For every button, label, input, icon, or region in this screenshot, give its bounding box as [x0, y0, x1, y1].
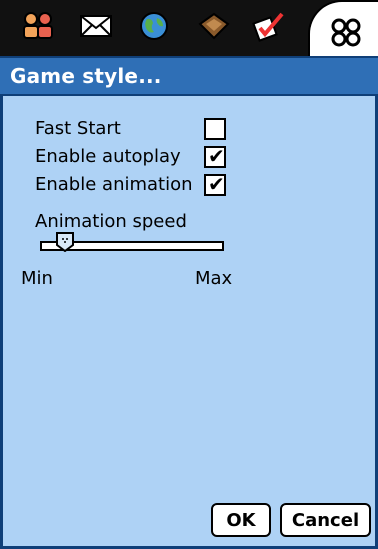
- ok-button[interactable]: OK: [211, 503, 271, 537]
- settings-panel: Fast Start Enable autoplay ✔ Enable anim…: [0, 96, 378, 549]
- fast-start-label: Fast Start: [35, 118, 121, 139]
- wallet-icon[interactable]: [194, 8, 234, 44]
- enable-animation-label: Enable animation: [35, 174, 193, 195]
- checkmark-icon: ✔: [208, 172, 225, 196]
- page-title: Game style...: [10, 64, 162, 88]
- device-screen: Game style... Fast Start Enable autoplay…: [0, 0, 378, 549]
- slider-max-label: Max: [195, 268, 233, 289]
- people-icon[interactable]: [18, 8, 58, 44]
- enable-animation-checkbox[interactable]: ✔: [204, 172, 226, 196]
- fast-start-checkbox[interactable]: [204, 118, 226, 140]
- tab-active-apps[interactable]: [308, 0, 378, 60]
- globe-icon[interactable]: [134, 8, 174, 44]
- title-bar: Game style...: [0, 56, 378, 96]
- slider-thumb[interactable]: [56, 232, 75, 253]
- cancel-button[interactable]: Cancel: [280, 503, 371, 537]
- mail-icon[interactable]: [76, 8, 116, 44]
- enable-autoplay-label: Enable autoplay: [35, 146, 181, 167]
- animation-speed-label: Animation speed: [35, 211, 187, 232]
- app-tab-bar: [0, 0, 378, 60]
- checklist-icon[interactable]: [250, 8, 290, 44]
- slider-min-label: Min: [21, 268, 53, 289]
- checkmark-icon: ✔: [208, 144, 225, 168]
- enable-autoplay-checkbox[interactable]: ✔: [204, 144, 226, 168]
- apps-icon: [324, 10, 368, 54]
